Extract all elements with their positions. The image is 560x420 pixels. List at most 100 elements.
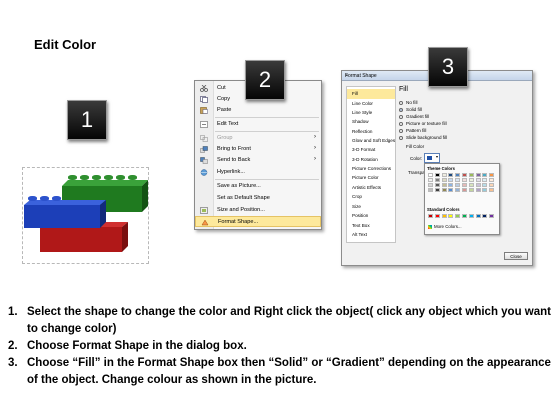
category-label: Size (352, 204, 361, 209)
color-swatch[interactable] (448, 214, 454, 218)
color-swatch[interactable] (468, 183, 474, 187)
color-swatch[interactable] (455, 188, 461, 192)
color-swatch[interactable] (489, 188, 495, 192)
color-swatch[interactable] (428, 188, 433, 192)
radio-gradient-fill[interactable]: Gradient fill (399, 114, 429, 119)
color-swatch[interactable] (448, 178, 454, 182)
category-position[interactable]: Position (347, 211, 395, 221)
radio-no-fill[interactable]: No fill (399, 100, 418, 105)
color-swatch[interactable] (482, 173, 488, 177)
fill-color-dropdown[interactable]: ▾ (424, 153, 440, 163)
more-colors-link[interactable]: More Colors... (428, 224, 462, 229)
radio-label: Gradient fill (406, 114, 430, 119)
instruction-number: 1. (8, 306, 18, 318)
close-button[interactable]: Close (504, 252, 528, 260)
blue-stud (40, 196, 49, 201)
radio-picture-fill[interactable]: Picture or texture fill (399, 121, 447, 126)
radio-label: Slide background fill (406, 135, 448, 140)
category-shadow[interactable]: Shadow (347, 117, 395, 127)
green-stud (80, 175, 89, 180)
color-swatch[interactable] (489, 183, 495, 187)
category-fill[interactable]: Fill (347, 89, 395, 99)
color-swatch[interactable] (475, 183, 481, 187)
color-swatch[interactable] (468, 188, 474, 192)
color-swatch[interactable] (434, 173, 440, 177)
color-swatch[interactable] (475, 214, 481, 218)
color-swatch[interactable] (489, 173, 495, 177)
color-swatch[interactable] (482, 214, 488, 218)
menu-item-bring-to-front[interactable]: Bring to Front › (195, 144, 321, 155)
radio-slide-background-fill[interactable]: Slide background fill (399, 135, 447, 140)
color-swatch[interactable] (455, 178, 461, 182)
category-label: Picture Color (352, 175, 379, 180)
color-swatch[interactable] (448, 173, 454, 177)
menu-item-label: Cut (217, 85, 226, 91)
menu-item-hyperlink[interactable]: Hyperlink... (195, 167, 321, 178)
color-swatch[interactable] (455, 214, 461, 218)
color-swatch[interactable] (448, 188, 454, 192)
color-swatch[interactable] (461, 183, 467, 187)
category-label: Reflection (352, 129, 373, 134)
menu-item-send-to-back[interactable]: Send to Back › (195, 155, 321, 166)
bring-front-icon (200, 146, 208, 153)
color-swatch[interactable] (461, 173, 467, 177)
menu-item-label: Edit Text (217, 121, 239, 127)
color-swatch[interactable] (434, 178, 440, 182)
color-swatch[interactable] (434, 183, 440, 187)
blue-brick[interactable] (24, 200, 106, 228)
color-swatch[interactable] (434, 214, 440, 218)
color-swatch[interactable] (489, 178, 495, 182)
menu-item-format-shape[interactable]: Format Shape... (195, 216, 321, 227)
instructions-list: 1. Select the shape to change the color … (6, 304, 554, 389)
color-swatch[interactable] (468, 214, 474, 218)
menu-item-save-as-picture[interactable]: Save as Picture... (195, 181, 321, 192)
category-alt-text[interactable]: Alt Text (347, 230, 395, 240)
color-swatch[interactable] (434, 188, 440, 192)
copy-icon (200, 96, 208, 103)
color-swatch[interactable] (441, 188, 447, 192)
color-swatch[interactable] (461, 214, 467, 218)
category-list: Fill Line Color Line Style Shadow Reflec… (346, 86, 396, 243)
category-3d-format[interactable]: 3-D Format (347, 145, 395, 155)
color-swatch[interactable] (428, 178, 433, 182)
color-swatch[interactable] (468, 173, 474, 177)
menu-item-label: Save as Picture... (217, 183, 261, 189)
radio-pattern-fill[interactable]: Pattern fill (399, 128, 426, 133)
color-swatch[interactable] (428, 214, 433, 218)
color-swatch[interactable] (455, 173, 461, 177)
menu-item-group[interactable]: Group › (195, 133, 321, 144)
color-swatch[interactable] (475, 178, 481, 182)
color-swatch[interactable] (428, 173, 433, 177)
color-swatch[interactable] (455, 183, 461, 187)
scissors-icon (200, 84, 208, 92)
category-crop[interactable]: Crop (347, 192, 395, 202)
color-swatch[interactable] (468, 178, 474, 182)
menu-item-set-default-shape[interactable]: Set as Default Shape (195, 193, 321, 204)
color-swatch[interactable] (482, 183, 488, 187)
color-swatch[interactable] (441, 183, 447, 187)
color-swatch[interactable] (475, 188, 481, 192)
category-label: 3-D Rotation (352, 157, 378, 162)
radio-label: Picture or texture fill (406, 121, 447, 126)
color-swatch[interactable] (461, 188, 467, 192)
color-swatch[interactable] (482, 178, 488, 182)
lego-shape[interactable] (22, 160, 152, 264)
menu-item-edit-text[interactable]: Edit Text (195, 119, 321, 130)
color-swatch[interactable] (448, 183, 454, 187)
color-swatch[interactable] (482, 188, 488, 192)
menu-item-paste[interactable]: Paste (195, 105, 321, 116)
color-swatch[interactable] (428, 183, 433, 187)
group-icon (200, 135, 208, 142)
category-picture-color[interactable]: Picture Color (347, 173, 395, 183)
color-swatch[interactable] (461, 178, 467, 182)
menu-separator (215, 179, 319, 180)
menu-item-size-position[interactable]: Size and Position... (195, 205, 321, 216)
radio-solid-fill[interactable]: Solid fill (399, 107, 422, 112)
color-swatch[interactable] (441, 173, 447, 177)
color-swatch[interactable] (441, 178, 447, 182)
color-swatch[interactable] (489, 214, 495, 218)
category-label: Glow and Soft Edges (352, 138, 396, 143)
color-swatch[interactable] (441, 214, 447, 218)
color-swatch[interactable] (475, 173, 481, 177)
green-stud (92, 175, 101, 180)
